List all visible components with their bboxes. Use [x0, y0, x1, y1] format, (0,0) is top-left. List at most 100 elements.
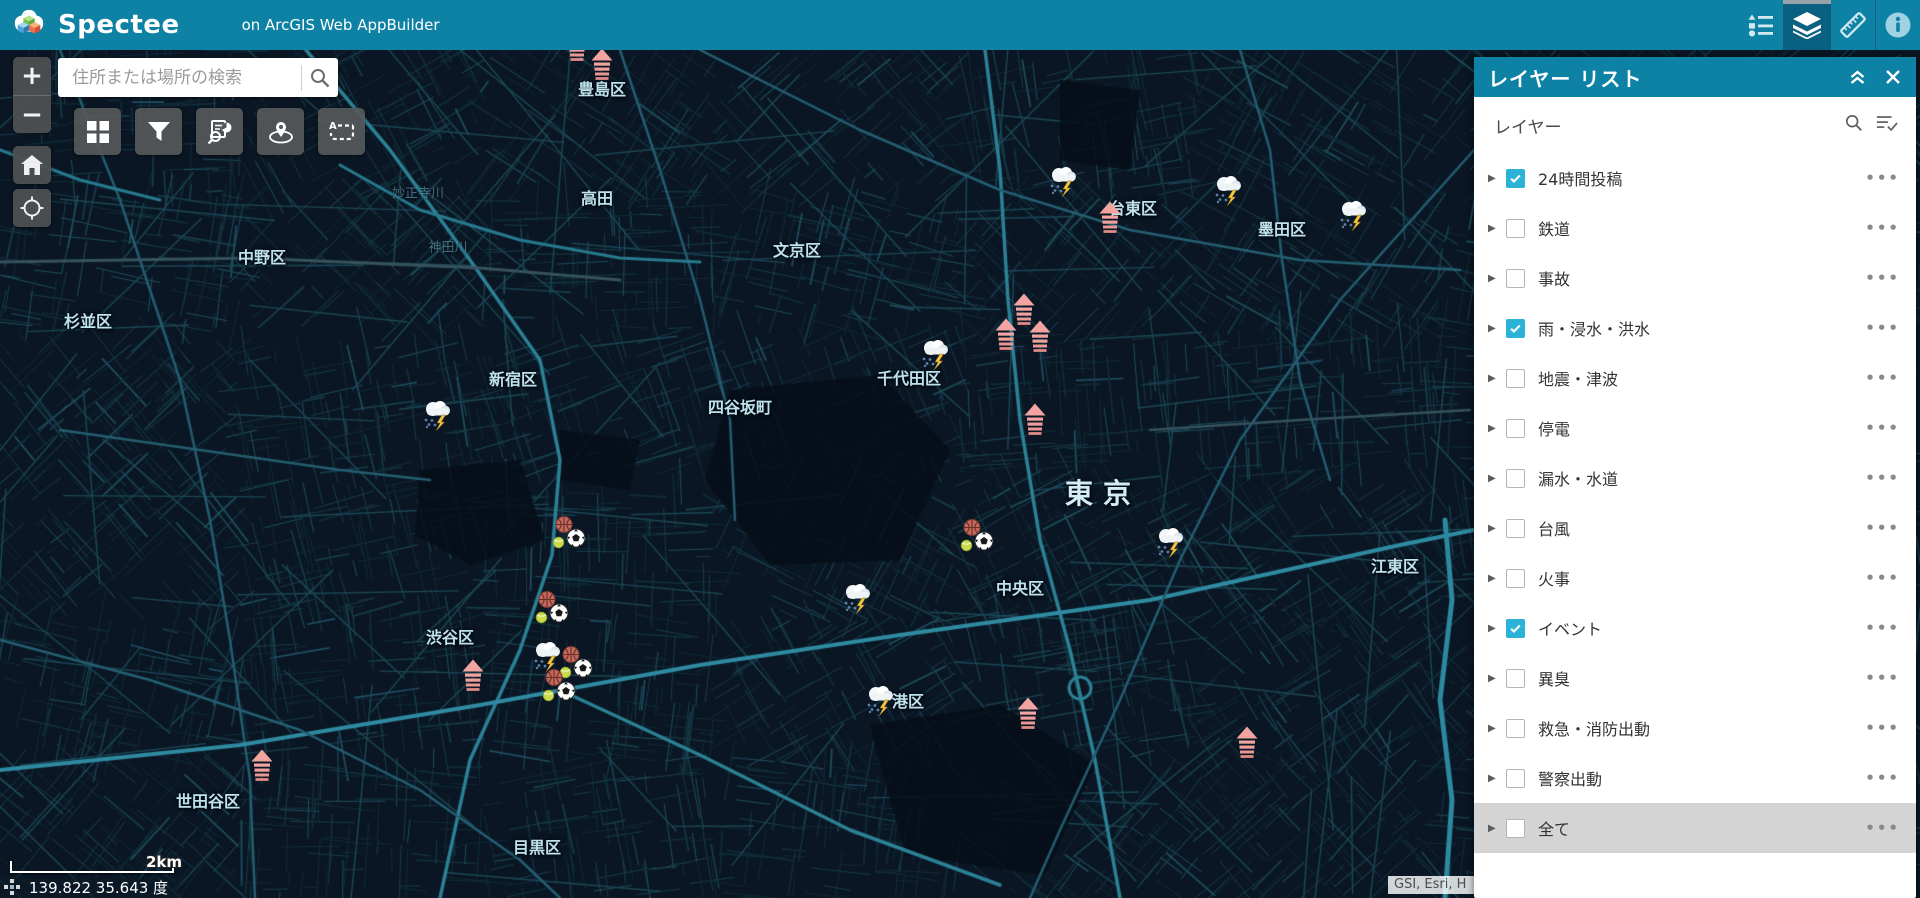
expand-arrow-icon[interactable]: ▶	[1488, 373, 1498, 384]
layer-checkbox-unchecked[interactable]	[1506, 368, 1525, 388]
layer-row[interactable]: ▶ 異臭 •••	[1474, 653, 1916, 703]
expand-arrow-icon[interactable]: ▶	[1488, 173, 1498, 184]
layer-checkbox-checked[interactable]	[1506, 618, 1525, 638]
layer-checkbox-unchecked[interactable]	[1506, 568, 1525, 588]
layer-checkbox-unchecked[interactable]	[1506, 518, 1525, 538]
expand-arrow-icon[interactable]: ▶	[1488, 223, 1498, 234]
layer-options-button[interactable]: •••	[1865, 569, 1900, 587]
layer-filter-options-icon[interactable]	[1876, 114, 1898, 136]
storm-marker-icon[interactable]	[861, 684, 899, 720]
layer-options-button[interactable]: •••	[1865, 169, 1900, 187]
storm-marker-icon[interactable]	[418, 399, 456, 435]
expand-arrow-icon[interactable]: ▶	[1488, 473, 1498, 484]
collapse-all-icon[interactable]	[1849, 69, 1866, 85]
flood-marker-icon[interactable]	[591, 48, 613, 86]
storm-marker-icon[interactable]	[916, 338, 954, 374]
layer-checkbox-unchecked[interactable]	[1506, 468, 1525, 488]
incident-pin-button[interactable]	[257, 108, 304, 155]
apps-grid-button[interactable]	[74, 108, 121, 155]
layer-options-button[interactable]: •••	[1865, 819, 1900, 837]
layer-options-button[interactable]: •••	[1865, 469, 1900, 487]
layer-checkbox-unchecked[interactable]	[1506, 668, 1525, 688]
home-button[interactable]	[13, 146, 51, 184]
flood-marker-icon[interactable]	[1017, 697, 1039, 735]
expand-arrow-icon[interactable]: ▶	[1488, 323, 1498, 334]
locate-button[interactable]	[13, 189, 51, 227]
layer-options-button[interactable]: •••	[1865, 369, 1900, 387]
expand-arrow-icon[interactable]: ▶	[1488, 623, 1498, 634]
layer-row[interactable]: ▶ イベント •••	[1474, 603, 1916, 653]
layer-options-button[interactable]: •••	[1865, 769, 1900, 787]
layer-row[interactable]: ▶ 停電 •••	[1474, 403, 1916, 453]
layer-options-button[interactable]: •••	[1865, 269, 1900, 287]
storm-marker-icon[interactable]	[1334, 199, 1372, 235]
legend-icon[interactable]	[1739, 0, 1783, 50]
zoom-out-button[interactable]: −	[13, 96, 51, 134]
flood-marker-icon[interactable]	[1099, 201, 1121, 239]
layer-search-icon[interactable]	[1845, 114, 1863, 136]
storm-marker-icon[interactable]	[1209, 174, 1247, 210]
layer-row[interactable]: ▶ 火事 •••	[1474, 553, 1916, 603]
search-button[interactable]	[302, 58, 338, 97]
layer-row[interactable]: ▶ 救急・消防出動 •••	[1474, 703, 1916, 753]
layer-row[interactable]: ▶ 地震・津波 •••	[1474, 353, 1916, 403]
close-icon[interactable]	[1886, 70, 1900, 84]
info-icon[interactable]	[1875, 0, 1920, 50]
layer-options-button[interactable]: •••	[1865, 669, 1900, 687]
layer-checkbox-checked[interactable]	[1506, 168, 1525, 188]
layer-options-button[interactable]: •••	[1865, 719, 1900, 737]
layer-row[interactable]: ▶ 警察出動 •••	[1474, 753, 1916, 803]
layers-icon[interactable]	[1783, 0, 1831, 50]
coordinate-crosshair-icon[interactable]	[4, 879, 20, 895]
layer-options-button[interactable]: •••	[1865, 219, 1900, 237]
zoom-in-button[interactable]: +	[13, 57, 51, 96]
layer-row[interactable]: ▶ 全て •••	[1474, 803, 1916, 853]
storm-marker-icon[interactable]	[838, 582, 876, 618]
flood-marker-icon[interactable]	[995, 318, 1017, 356]
expand-arrow-icon[interactable]: ▶	[1488, 573, 1498, 584]
measure-route-button[interactable]: A	[318, 108, 365, 155]
measure-icon[interactable]	[1831, 0, 1875, 50]
search-input[interactable]	[58, 67, 301, 88]
expand-arrow-icon[interactable]: ▶	[1488, 773, 1498, 784]
layer-checkbox-unchecked[interactable]	[1506, 218, 1525, 238]
layer-checkbox-unchecked[interactable]	[1506, 418, 1525, 438]
report-search-button[interactable]	[196, 108, 243, 155]
layer-options-button[interactable]: •••	[1865, 619, 1900, 637]
layer-checkbox-unchecked[interactable]	[1506, 818, 1525, 838]
layer-row[interactable]: ▶ 鉄道 •••	[1474, 203, 1916, 253]
event-marker-icon[interactable]	[534, 590, 572, 630]
flood-marker-icon[interactable]	[1029, 320, 1051, 358]
layer-checkbox-checked[interactable]	[1506, 318, 1525, 338]
layer-row[interactable]: ▶ 漏水・水道 •••	[1474, 453, 1916, 503]
layer-row[interactable]: ▶ 雨・浸水・洪水 •••	[1474, 303, 1916, 353]
report-search-icon	[207, 119, 231, 144]
expand-arrow-icon[interactable]: ▶	[1488, 273, 1498, 284]
layer-row[interactable]: ▶ 台風 •••	[1474, 503, 1916, 553]
storm-marker-icon[interactable]	[1044, 165, 1082, 201]
expand-arrow-icon[interactable]: ▶	[1488, 523, 1498, 534]
scale-label: 2km	[146, 853, 183, 871]
flood-marker-icon[interactable]	[1024, 403, 1046, 441]
expand-arrow-icon[interactable]: ▶	[1488, 723, 1498, 734]
event-marker-icon[interactable]	[551, 515, 589, 555]
filter-button[interactable]	[135, 108, 182, 155]
layer-label: 事故	[1538, 270, 1571, 289]
flood-marker-icon[interactable]	[462, 659, 484, 697]
layer-checkbox-unchecked[interactable]	[1506, 268, 1525, 288]
layer-row[interactable]: ▶ 24時間投稿 •••	[1474, 153, 1916, 203]
layer-options-button[interactable]: •••	[1865, 319, 1900, 337]
storm-marker-icon[interactable]	[1151, 526, 1189, 562]
event-marker-icon[interactable]	[959, 518, 997, 558]
flood-marker-icon[interactable]	[1236, 726, 1258, 764]
layer-options-button[interactable]: •••	[1865, 519, 1900, 537]
expand-arrow-icon[interactable]: ▶	[1488, 423, 1498, 434]
flood-marker-icon[interactable]	[251, 749, 273, 787]
layer-options-button[interactable]: •••	[1865, 419, 1900, 437]
expand-arrow-icon[interactable]: ▶	[1488, 673, 1498, 684]
layer-checkbox-unchecked[interactable]	[1506, 768, 1525, 788]
expand-arrow-icon[interactable]: ▶	[1488, 823, 1498, 834]
event-marker-icon[interactable]	[541, 668, 579, 708]
layer-checkbox-unchecked[interactable]	[1506, 718, 1525, 738]
layer-row[interactable]: ▶ 事故 •••	[1474, 253, 1916, 303]
